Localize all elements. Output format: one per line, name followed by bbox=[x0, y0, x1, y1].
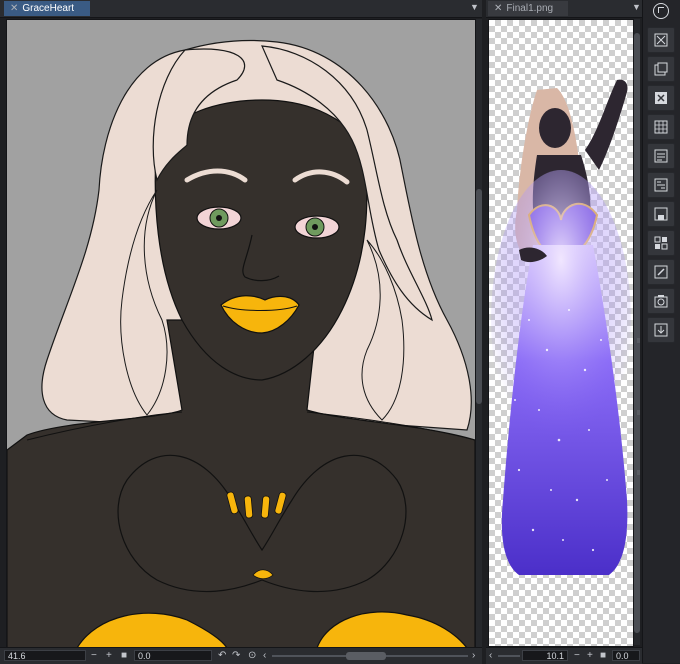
zoom-out-icon[interactable]: − bbox=[574, 649, 580, 662]
panel-resize-grip[interactable] bbox=[637, 338, 640, 343]
rotate-right-icon[interactable]: ↷ bbox=[232, 649, 240, 662]
artwork-full-figure bbox=[491, 79, 631, 575]
rotation-field[interactable]: 0.0 bbox=[612, 650, 640, 661]
tab-label: Final1.png bbox=[506, 3, 554, 14]
zoom-slider[interactable] bbox=[498, 655, 520, 657]
fit-window-icon[interactable]: ■ bbox=[121, 649, 127, 662]
figure-head bbox=[539, 108, 571, 148]
tab-label: GraceHeart bbox=[22, 3, 75, 14]
delete-layer-icon[interactable] bbox=[647, 85, 675, 111]
eye-left-pupil bbox=[216, 215, 222, 221]
figure-glow bbox=[491, 170, 631, 470]
eye-right-pupil bbox=[312, 224, 318, 230]
right-status-bar: ‹ 10.1 − + ■ 0.0 bbox=[486, 647, 642, 664]
tab-final1-png[interactable]: ✕ Final1.png bbox=[488, 1, 568, 16]
figure-arm-raised bbox=[585, 79, 628, 170]
left-status-bar: 41.6 − + ■ 0.0 ↶ ↷ ⊙ ‹ › bbox=[0, 647, 482, 664]
nail-3 bbox=[260, 495, 271, 519]
zoom-field[interactable]: 41.6 bbox=[4, 650, 86, 661]
zoom-out-icon[interactable]: − bbox=[91, 649, 97, 662]
reset-rotation-icon[interactable]: ⊙ bbox=[248, 649, 256, 662]
scroll-thumb[interactable] bbox=[476, 189, 482, 404]
navigator-icon[interactable] bbox=[653, 3, 669, 19]
nail-2 bbox=[243, 495, 254, 519]
layer-tool-column bbox=[642, 0, 680, 663]
horizontal-scroll-thumb[interactable] bbox=[346, 652, 386, 660]
camera-icon[interactable] bbox=[647, 288, 675, 314]
scroll-thumb[interactable] bbox=[634, 33, 640, 633]
grid-icon[interactable] bbox=[647, 114, 675, 140]
scroll-left-arrow-icon[interactable]: ‹ bbox=[263, 649, 266, 662]
tab-menu-chevron-down-icon[interactable]: ▼ bbox=[470, 2, 479, 12]
tab-menu-chevron-down-icon[interactable]: ▼ bbox=[632, 2, 641, 12]
artwork-portrait bbox=[7, 39, 475, 648]
close-tab-icon[interactable]: ✕ bbox=[10, 3, 18, 14]
reference-canvas[interactable] bbox=[488, 19, 634, 647]
tab-graceheart[interactable]: ✕ GraceHeart bbox=[4, 1, 90, 16]
main-canvas[interactable] bbox=[6, 19, 476, 649]
scroll-left-arrow-icon[interactable]: ‹ bbox=[489, 649, 492, 662]
left-canvas-vertical-scrollbar[interactable] bbox=[476, 19, 482, 647]
layer-clear-icon[interactable] bbox=[647, 27, 675, 53]
right-canvas-vertical-scrollbar[interactable] bbox=[634, 19, 640, 645]
zoom-field[interactable]: 10.1 bbox=[522, 650, 568, 661]
zoom-in-icon[interactable]: + bbox=[587, 649, 593, 662]
right-tab-bar: ✕ Final1.png ▼ bbox=[486, 0, 642, 18]
fit-window-icon[interactable]: ■ bbox=[600, 649, 606, 662]
copy-layer-icon[interactable] bbox=[647, 56, 675, 82]
save-icon[interactable] bbox=[647, 201, 675, 227]
selection-icon[interactable] bbox=[647, 230, 675, 256]
left-tab-bar: ✕ GraceHeart ▼ bbox=[0, 0, 482, 18]
scroll-right-arrow-icon[interactable]: › bbox=[472, 649, 475, 662]
reference-icon[interactable] bbox=[647, 172, 675, 198]
export-icon[interactable] bbox=[647, 317, 675, 343]
zoom-in-icon[interactable]: + bbox=[106, 649, 112, 662]
edit-icon[interactable] bbox=[647, 259, 675, 285]
panel-resize-grip[interactable] bbox=[637, 470, 640, 475]
layer-list-icon[interactable] bbox=[647, 143, 675, 169]
rotation-field[interactable]: 0.0 bbox=[134, 650, 212, 661]
rotate-left-icon[interactable]: ↶ bbox=[218, 649, 226, 662]
panel-resize-grip[interactable] bbox=[637, 410, 640, 415]
close-tab-icon[interactable]: ✕ bbox=[494, 3, 502, 14]
